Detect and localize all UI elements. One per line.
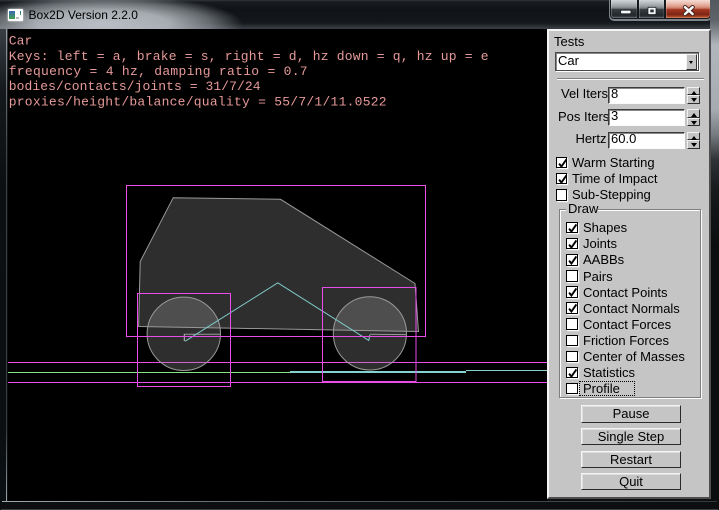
svg-text:proxies/height/balance/quality: proxies/height/balance/quality = 55/7/1/… [9,94,387,109]
svg-text:Car: Car [9,34,33,49]
svg-text:bodies/contacts/joints = 31/7/: bodies/contacts/joints = 31/7/24 [9,79,261,94]
svg-text:frequency = 4 hz, damping rati: frequency = 4 hz, damping ratio = 0.7 [9,64,308,79]
svg-text:Keys: left = a, brake = s, rig: Keys: left = a, brake = s, right = d, hz… [9,49,489,64]
